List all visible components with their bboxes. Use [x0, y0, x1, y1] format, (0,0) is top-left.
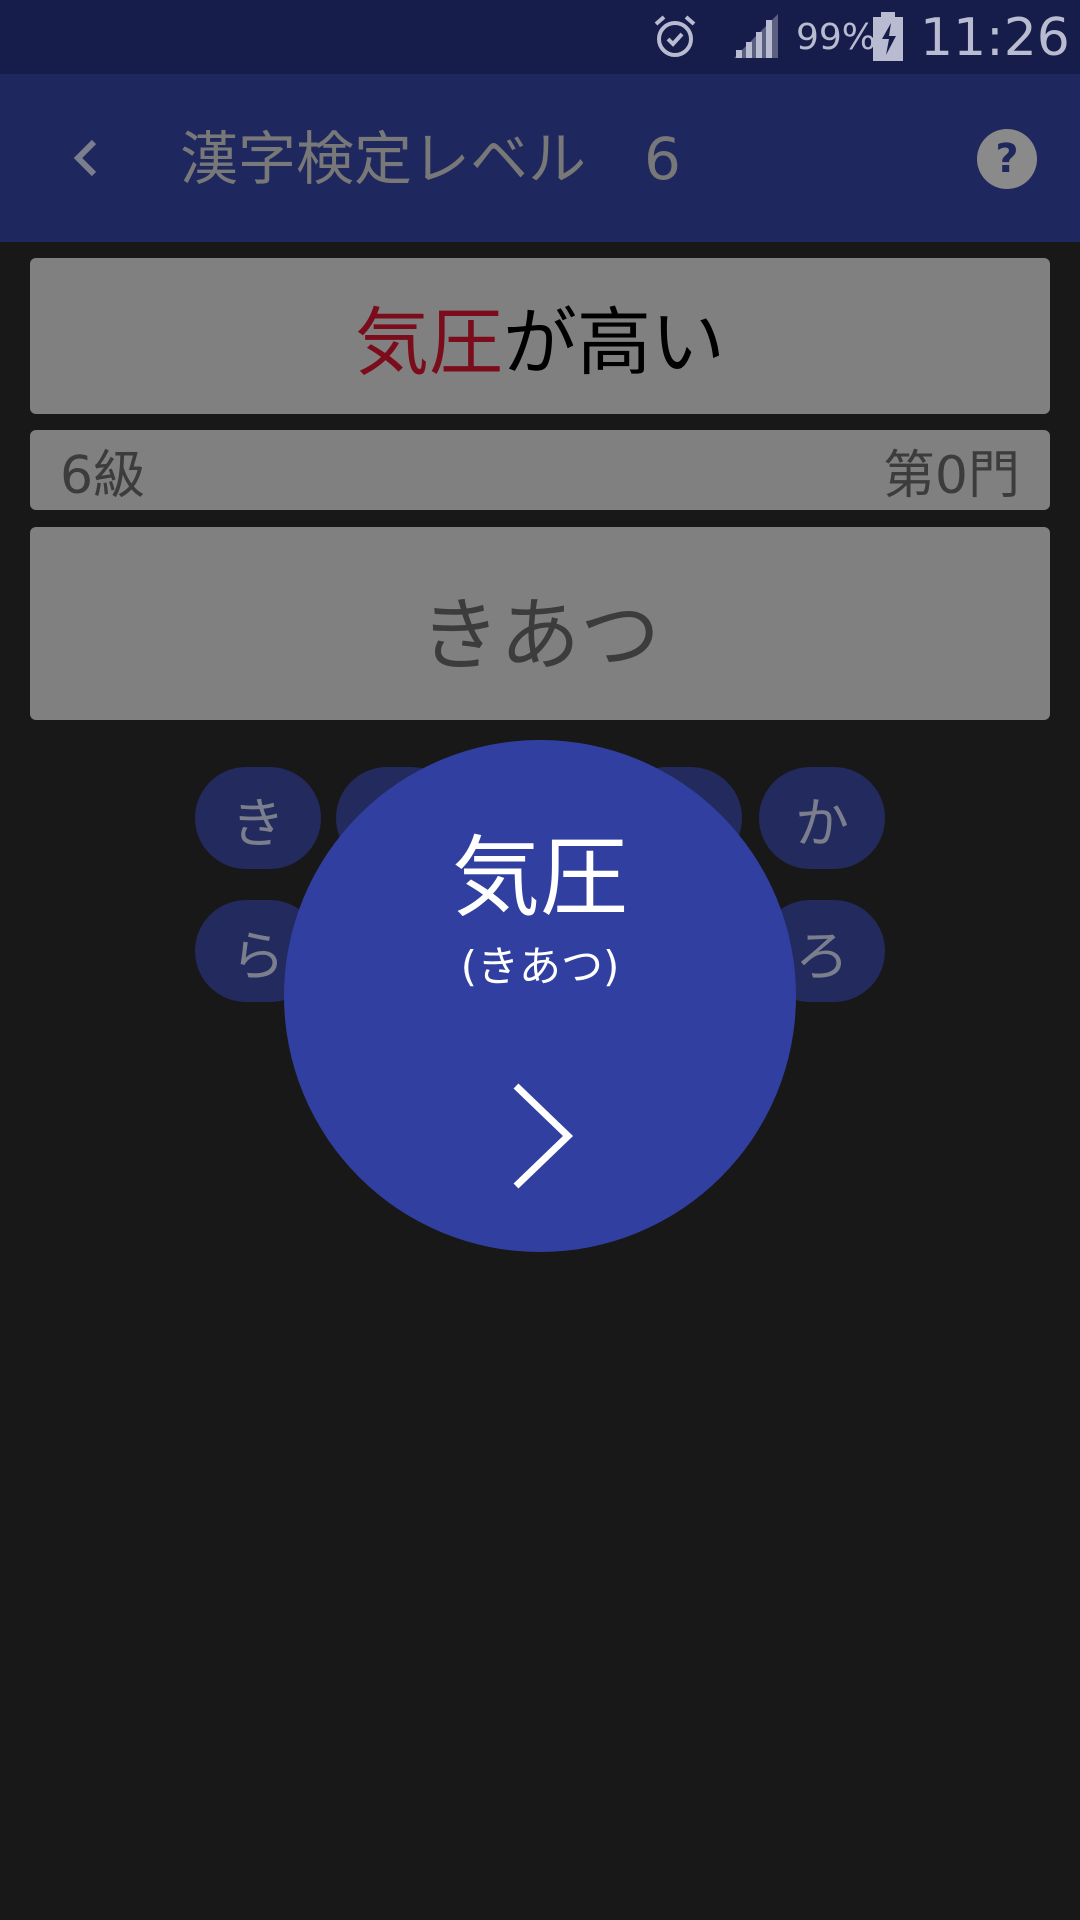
next-chevron-icon[interactable]: [504, 1080, 580, 1190]
help-icon[interactable]: ?: [976, 128, 1038, 190]
app-bar: 漢字検定レベル 6 ?: [0, 74, 1080, 242]
result-bubble[interactable]: 気圧 (きあつ): [284, 740, 796, 1252]
signal-icon: [734, 14, 778, 58]
battery-charging-icon: [873, 12, 903, 61]
status-clock: 11:26: [920, 8, 1070, 68]
info-card: 6級 第0門: [30, 430, 1050, 510]
kanji-quiz-screen: 99% 11:26 漢字検定レベル 6 ? 気圧 が高い 6級 第0門 きあつ き: [0, 0, 1080, 1920]
alarm-icon: [654, 15, 696, 57]
battery-percentage: 99%: [796, 17, 877, 58]
answer-card: きあつ: [30, 527, 1050, 720]
back-arrow-icon[interactable]: [62, 128, 108, 188]
answer-text: きあつ: [420, 588, 660, 682]
question-sentence: 気圧 が高い: [30, 258, 1050, 414]
level-label: 6級: [60, 445, 146, 506]
question-card: 気圧 が高い: [30, 258, 1050, 414]
svg-text:?: ?: [995, 136, 1018, 182]
question-number: 第0門: [882, 445, 1020, 506]
page-title: 漢字検定レベル 6: [180, 125, 681, 193]
result-kanji: 気圧: [451, 826, 628, 929]
question-context: が高い: [503, 299, 725, 386]
result-reading: (きあつ): [460, 942, 620, 991]
status-bar: 99% 11:26: [0, 0, 1080, 74]
question-target-word: 気圧: [355, 299, 503, 386]
